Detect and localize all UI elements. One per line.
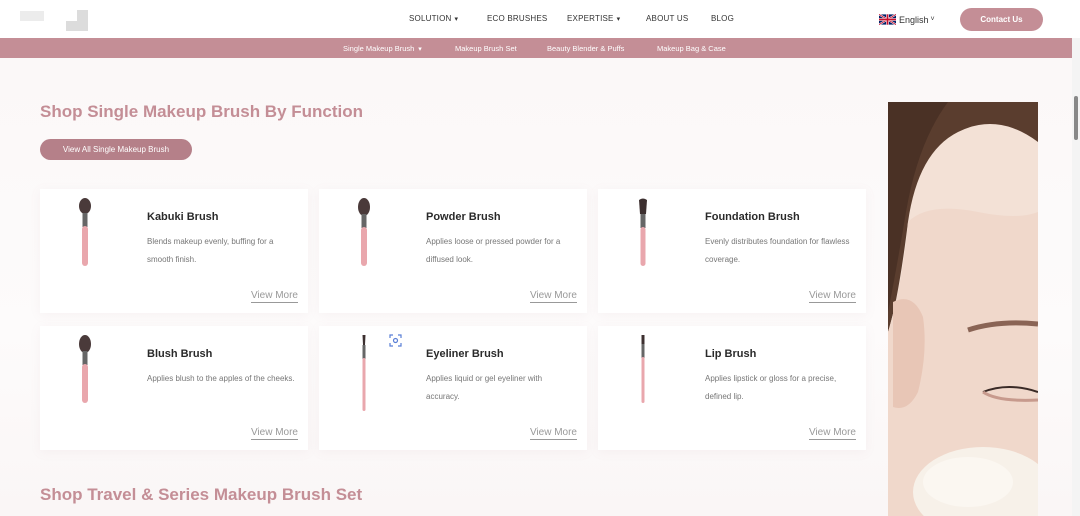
card-title: Blush Brush (147, 348, 213, 360)
nav-item-expertise[interactable]: EXPERTISE ▾ (567, 14, 620, 23)
product-card-powder[interactable]: Powder Brush Applies loose or pressed po… (319, 189, 587, 313)
nav-label: BLOG (711, 14, 735, 23)
view-more-link[interactable]: View More (808, 290, 856, 303)
card-description: Evenly distributes foundation for flawle… (705, 237, 850, 264)
view-more-link[interactable]: View More (529, 427, 577, 440)
card-description: Applies blush to the apples of the cheek… (147, 374, 295, 383)
sub-navigation: Single Makeup Brush ▾ Makeup Brush Set Be… (0, 38, 1080, 58)
nav-item-eco-brushes[interactable]: ECO BRUSHES (487, 14, 547, 23)
blush-brush-icon (79, 335, 91, 403)
view-more-link[interactable]: View More (529, 290, 577, 303)
nav-label: ECO BRUSHES (487, 14, 548, 23)
card-description: Applies liquid or gel eyeliner with accu… (426, 374, 543, 401)
nav-item-about-us[interactable]: ABOUT US (646, 14, 688, 23)
nav-label: EXPERTISE (567, 14, 614, 23)
subnav-item-beauty-blender-puffs[interactable]: Beauty Blender & Puffs (547, 44, 624, 53)
contact-us-button[interactable]: Contact Us (960, 8, 1043, 31)
nav-label: SOLUTION (409, 14, 452, 23)
card-description: Blends makeup evenly, buffing for a smoo… (147, 237, 274, 264)
view-more-link[interactable]: View More (808, 427, 856, 440)
view-more-link[interactable]: View More (250, 427, 298, 440)
subnav-label: Single Makeup Brush (343, 44, 415, 53)
logo-mark[interactable] (20, 11, 44, 21)
product-card-eyeliner[interactable]: Eyeliner Brush Applies liquid or gel eye… (319, 326, 587, 450)
chevron-down-icon: ˅ (930, 16, 935, 23)
subnav-item-single-makeup-brush[interactable]: Single Makeup Brush ▾ (343, 44, 422, 53)
scrollbar-thumb[interactable] (1074, 96, 1078, 140)
view-all-single-brush-button[interactable]: View All Single Makeup Brush (40, 139, 192, 160)
top-navigation: SOLUTION ▾ ECO BRUSHES EXPERTISE ▾ ABOUT U… (0, 0, 1080, 38)
powder-brush-icon (358, 198, 370, 266)
card-title: Powder Brush (426, 211, 501, 223)
card-title: Lip Brush (705, 348, 757, 360)
card-title: Eyeliner Brush (426, 348, 504, 360)
language-label: English (899, 14, 929, 25)
model-face-image (888, 102, 1038, 516)
nav-item-solution[interactable]: SOLUTION ▾ (409, 14, 458, 23)
card-description: Applies lipstick or gloss for a precise,… (705, 374, 837, 401)
product-card-blush[interactable]: Blush Brush Applies blush to the apples … (40, 326, 308, 450)
chevron-down-icon: ▾ (418, 46, 422, 53)
product-card-foundation[interactable]: Foundation Brush Evenly distributes foun… (598, 189, 866, 313)
chevron-down-icon: ▾ (454, 16, 459, 23)
chevron-down-icon: ▾ (616, 16, 621, 23)
foundation-brush-icon (639, 198, 647, 266)
card-description: Applies loose or pressed powder for a di… (426, 237, 561, 264)
kabuki-brush-icon (79, 198, 91, 266)
subnav-item-makeup-brush-set[interactable]: Makeup Brush Set (455, 44, 517, 53)
subnav-item-makeup-bag-case[interactable]: Makeup Bag & Case (657, 44, 726, 53)
language-selector[interactable]: English ˅ (879, 14, 935, 25)
card-title: Foundation Brush (705, 211, 800, 223)
card-title: Kabuki Brush (147, 211, 219, 223)
lip-brush-icon (641, 335, 645, 403)
nav-label: ABOUT US (646, 14, 689, 23)
view-more-link[interactable]: View More (250, 290, 298, 303)
image-search-icon[interactable] (389, 334, 402, 347)
product-card-kabuki[interactable]: Kabuki Brush Blends makeup evenly, buffi… (40, 189, 308, 313)
section-title-single-brush: Shop Single Makeup Brush By Function (40, 102, 364, 121)
logo-icon[interactable] (66, 10, 88, 31)
section-title-travel-set: Shop Travel & Series Makeup Brush Set (40, 485, 363, 504)
uk-flag-icon (879, 14, 896, 25)
eyeliner-brush-icon (362, 335, 366, 411)
nav-item-blog[interactable]: BLOG (711, 14, 734, 23)
product-card-lip[interactable]: Lip Brush Applies lipstick or gloss for … (598, 326, 866, 450)
